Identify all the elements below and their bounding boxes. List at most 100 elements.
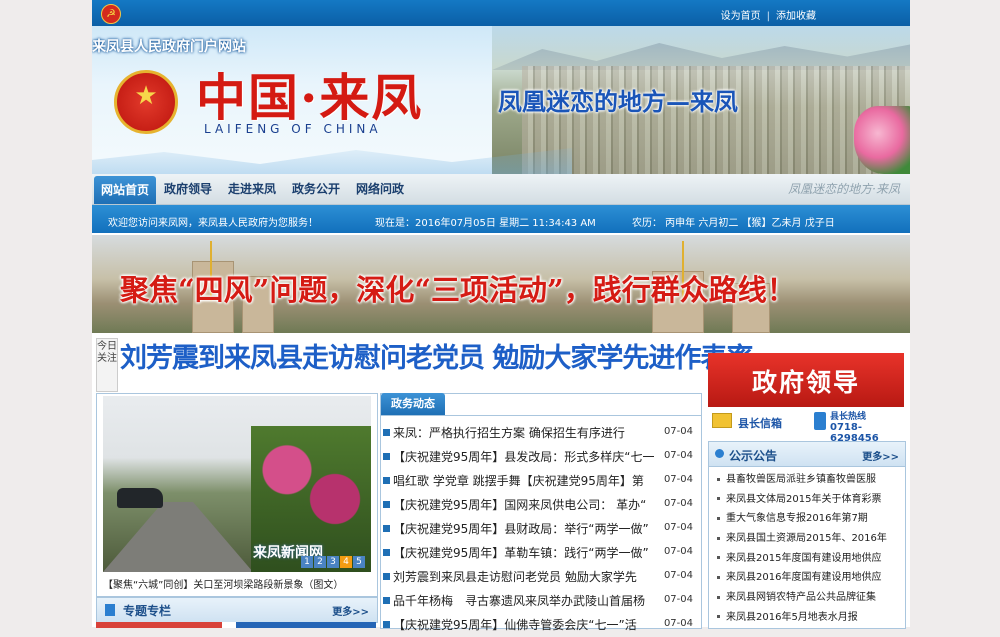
- dot-icon: [717, 575, 720, 579]
- campaign-banner[interactable]: 聚焦“四风”问题，深化“三项活动”，践行群众路线！: [92, 235, 910, 333]
- add-favorite-link[interactable]: 添加收藏: [776, 11, 816, 22]
- today-focus-tag: 今日关注: [96, 338, 118, 392]
- mail-icon: [712, 413, 732, 428]
- notice-item[interactable]: 来凤县网销农特产品公共品牌征集: [713, 588, 901, 608]
- lunar-date: 农历： 丙申年 六月初二 【猴】乙未月 戊子日: [632, 218, 835, 229]
- notice-list: 县畜牧兽医局派驻乡镇畜牧兽医服 来凤县文体局2015年关于体育彩票 重大气象信息专报…: [713, 470, 901, 628]
- news-item-date: 07-04: [663, 450, 693, 461]
- photo-car: [117, 488, 163, 508]
- news-item[interactable]: 来凤：严格执行招生方案 确保招生有序进行 07-04: [383, 420, 697, 444]
- pager-button-3[interactable]: 3: [327, 556, 339, 568]
- notice-item[interactable]: 县畜牧兽医局派驻乡镇畜牧兽医服: [713, 470, 901, 490]
- news-item-date: 07-04: [663, 498, 693, 509]
- news-photo[interactable]: 来凤新闻网 1 2 3 4 5: [103, 396, 371, 572]
- bullet-icon: [383, 549, 390, 556]
- header-banner: 来凤县人民政府门户网站 中国·来凤 LAIFENG OF CHINA 凤凰迷恋的…: [92, 26, 910, 174]
- notice-item-title[interactable]: 来凤县2016年度国有建设用地供应: [726, 572, 881, 583]
- news-divider: [381, 415, 701, 416]
- notice-item[interactable]: 来凤县2016年5月地表水月报: [713, 608, 901, 628]
- topic-icon: [105, 604, 115, 616]
- notice-item-title[interactable]: 来凤县网销农特产品公共品牌征集: [726, 592, 876, 603]
- info-bar: 欢迎您访问来凤网，来凤县人民政府为您服务！ 现在是：2016年07月05日 星期…: [92, 205, 910, 233]
- national-emblem-icon: [114, 70, 178, 134]
- news-item[interactable]: 【庆祝建党95周年】县发改局：形式多样庆“七一 07-04: [383, 444, 697, 468]
- tab-gov-news[interactable]: 政务动态: [381, 393, 445, 415]
- notice-item[interactable]: 来凤县2015年度国有建设用地供应: [713, 549, 901, 569]
- notice-icon: [715, 449, 724, 458]
- news-item-title[interactable]: 【庆祝建党95周年】国网来凤供电公司： 革办“: [393, 493, 655, 517]
- site-title: 中国·来凤: [196, 68, 424, 127]
- notice-title: 公示公告: [729, 449, 778, 463]
- notice-item[interactable]: 来凤县文体局2015年关于体育彩票: [713, 490, 901, 510]
- news-item-title[interactable]: 品千年杨梅 寻古寨遗风来凤举办武陵山首届杨: [393, 589, 655, 613]
- news-item-title[interactable]: 【庆祝建党95周年】革勒车镇：践行“两学一做”: [393, 541, 655, 565]
- gov-leaders-label: 政府领导: [751, 368, 860, 397]
- news-item[interactable]: 【庆祝建党95周年】国网来凤供电公司： 革办“ 07-04: [383, 492, 697, 516]
- news-item-date: 07-04: [663, 474, 693, 485]
- notice-item-title[interactable]: 县畜牧兽医局派驻乡镇畜牧兽医服: [726, 474, 876, 485]
- news-item-date: 07-04: [663, 618, 693, 629]
- nav-leaders[interactable]: 政府领导: [164, 180, 212, 197]
- campaign-slogan: 聚焦“四风”问题，深化“三项活动”，践行群众路线！: [120, 273, 796, 307]
- topic-thumbnails[interactable]: [96, 622, 376, 628]
- photo-caption-link[interactable]: 【聚焦“六城”同创】关口至河坝梁路段新景象（图文）: [103, 576, 371, 591]
- gov-news-panel: 政务动态 来凤：严格执行招生方案 确保招生有序进行 07-04 【庆祝建党95周年】…: [380, 393, 702, 632]
- special-topics-more-link[interactable]: 更多>>: [332, 603, 369, 618]
- gov-leaders-banner[interactable]: 政府领导: [708, 353, 904, 407]
- notice-item-title[interactable]: 来凤县2016年5月地表水月报: [726, 612, 858, 623]
- pager-button-4[interactable]: 4: [340, 556, 352, 568]
- mayor-mailbox-link[interactable]: 县长信箱: [738, 415, 782, 431]
- nav-about[interactable]: 走进来凤: [228, 180, 276, 197]
- set-home-link[interactable]: 设为首页: [721, 11, 761, 22]
- nav-home[interactable]: 网站首页: [94, 176, 157, 204]
- bullet-icon: [383, 453, 390, 460]
- news-item[interactable]: 【庆祝建党95周年】仙佛寺管委会庆“七一”活 07-04: [383, 612, 697, 636]
- news-item-date: 07-04: [663, 570, 693, 581]
- mayor-hotline-label: 县长热线: [830, 412, 867, 422]
- dot-icon: [717, 516, 720, 520]
- notice-header: 公示公告 更多>>: [709, 442, 905, 467]
- news-item-date: 07-04: [663, 546, 693, 557]
- news-list: 来凤：严格执行招生方案 确保招生有序进行 07-04 【庆祝建党95周年】县发改局：…: [383, 420, 697, 636]
- main-nav: 网站首页 政府领导 走进来凤 政务公开 网络问政 凤凰迷恋的地方·来凤: [92, 174, 910, 205]
- notice-item-title[interactable]: 来凤县2015年度国有建设用地供应: [726, 553, 881, 564]
- news-item[interactable]: 品千年杨梅 寻古寨遗风来凤举办武陵山首届杨 07-04: [383, 588, 697, 612]
- notice-item-title[interactable]: 重大气象信息专报2016年第7期: [726, 513, 868, 524]
- bullet-icon: [383, 477, 390, 484]
- news-item-date: 07-04: [663, 594, 693, 605]
- nav-decoration: 凤凰迷恋的地方·来凤: [788, 182, 900, 196]
- headline-link[interactable]: 刘芳震到来凤县走访慰问老党员 勉励大家学先进作表率: [120, 336, 753, 375]
- pager-button-2[interactable]: 2: [314, 556, 326, 568]
- notice-item[interactable]: 重大气象信息专报2016年第7期: [713, 509, 901, 529]
- top-links: 设为首页 | 添加收藏: [721, 7, 816, 22]
- pager-button-1[interactable]: 1: [301, 556, 313, 568]
- flower-decoration: [854, 106, 910, 174]
- contact-bar: 县长信箱 县长热线 0718-6298456: [708, 407, 904, 444]
- news-item-date: 07-04: [663, 426, 693, 437]
- news-item[interactable]: 刘芳震到来凤县走访慰问老党员 勉励大家学先 07-04: [383, 564, 697, 588]
- notice-item-title[interactable]: 来凤县国土资源局2015年、2016年: [726, 533, 887, 544]
- notice-item-title[interactable]: 来凤县文体局2015年关于体育彩票: [726, 494, 881, 505]
- news-item-title[interactable]: 【庆祝建党95周年】县发改局：形式多样庆“七一: [393, 445, 655, 469]
- news-item-title[interactable]: 来凤：严格执行招生方案 确保招生有序进行: [393, 421, 655, 445]
- welcome-text: 欢迎您访问来凤网，来凤县人民政府为您服务！: [108, 218, 318, 229]
- news-item-title[interactable]: 【庆祝建党95周年】仙佛寺管委会庆“七一”活: [393, 613, 655, 637]
- notice-panel: 公示公告 更多>> 县畜牧兽医局派驻乡镇畜牧兽医服 来凤县文体局2015年关于体育…: [708, 441, 906, 629]
- news-item-date: 07-04: [663, 522, 693, 533]
- bullet-icon: [383, 573, 390, 580]
- nav-public-affairs[interactable]: 政务公开: [292, 180, 340, 197]
- news-item-title[interactable]: 【庆祝建党95周年】县财政局：举行“两学一做”: [393, 517, 655, 541]
- news-item[interactable]: 【庆祝建党95周年】革勒车镇：践行“两学一做” 07-04: [383, 540, 697, 564]
- pager-button-5[interactable]: 5: [353, 556, 365, 568]
- notice-item[interactable]: 来凤县2016年度国有建设用地供应: [713, 568, 901, 588]
- notice-item[interactable]: 来凤县国土资源局2015年、2016年: [713, 529, 901, 549]
- nav-online-inquiry[interactable]: 网络问政: [356, 180, 404, 197]
- notice-more-link[interactable]: 更多>>: [862, 448, 899, 463]
- news-item-title[interactable]: 刘芳震到来凤县走访慰问老党员 勉励大家学先: [393, 565, 655, 589]
- dot-icon: [717, 556, 720, 560]
- news-item[interactable]: 唱红歌 学党章 跳摆手舞【庆祝建党95周年】第 07-04: [383, 468, 697, 492]
- news-item-title[interactable]: 唱红歌 学党章 跳摆手舞【庆祝建党95周年】第: [393, 469, 655, 493]
- dot-icon: [717, 595, 720, 599]
- bullet-icon: [383, 501, 390, 508]
- news-item[interactable]: 【庆祝建党95周年】县财政局：举行“两学一做” 07-04: [383, 516, 697, 540]
